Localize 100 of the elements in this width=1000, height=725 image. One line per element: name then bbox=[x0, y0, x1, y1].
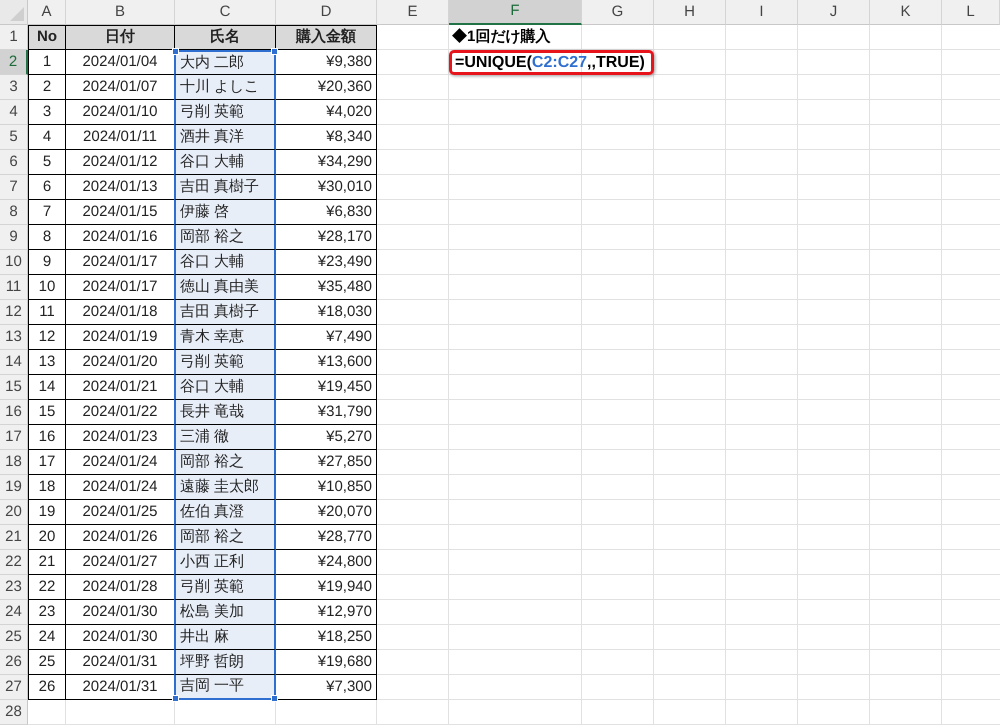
table-cell: 18 bbox=[28, 475, 66, 500]
table-cell: 8 bbox=[28, 225, 66, 250]
table-cell: ¥20,070 bbox=[276, 500, 377, 525]
column-header[interactable]: I bbox=[726, 0, 798, 25]
row-header[interactable]: 13 bbox=[0, 325, 28, 350]
row-header[interactable]: 4 bbox=[0, 100, 28, 125]
table-cell: ¥10,850 bbox=[276, 475, 377, 500]
column-header[interactable]: K bbox=[870, 0, 942, 25]
row-header[interactable]: 3 bbox=[0, 75, 28, 100]
table-cell: ¥12,970 bbox=[276, 600, 377, 625]
table-cell: 十川 よしこ bbox=[174, 75, 276, 100]
row-header[interactable]: 9 bbox=[0, 225, 28, 250]
column-header[interactable]: E bbox=[377, 0, 449, 25]
table-cell: ¥18,030 bbox=[276, 300, 377, 325]
table-cell: 徳山 真由美 bbox=[174, 275, 276, 300]
table-cell: ¥8,340 bbox=[276, 125, 377, 150]
range-handle-icon[interactable] bbox=[271, 695, 278, 702]
row-header[interactable]: 23 bbox=[0, 575, 28, 600]
row-header[interactable]: 20 bbox=[0, 500, 28, 525]
row-header[interactable]: 17 bbox=[0, 425, 28, 450]
table-cell: 21 bbox=[28, 550, 66, 575]
table-cell: 11 bbox=[28, 300, 66, 325]
column-header[interactable]: A bbox=[28, 0, 66, 25]
row-header[interactable]: 14 bbox=[0, 350, 28, 375]
table-cell: 弓削 英範 bbox=[174, 350, 276, 375]
table-cell: ¥23,490 bbox=[276, 250, 377, 275]
row-header[interactable]: 12 bbox=[0, 300, 28, 325]
table-cell: 7 bbox=[28, 200, 66, 225]
row-header[interactable]: 7 bbox=[0, 175, 28, 200]
table-cell: 12 bbox=[28, 325, 66, 350]
column-header[interactable]: F bbox=[449, 0, 582, 25]
table-cell: 吉田 真樹子 bbox=[174, 300, 276, 325]
table-cell: ¥19,940 bbox=[276, 575, 377, 600]
table-cell: 24 bbox=[28, 625, 66, 650]
table-cell: ¥24,800 bbox=[276, 550, 377, 575]
table-cell: 三浦 徹 bbox=[174, 425, 276, 450]
row-header[interactable]: 11 bbox=[0, 275, 28, 300]
table-cell: ¥28,770 bbox=[276, 525, 377, 550]
table-cell: 2 bbox=[28, 75, 66, 100]
table-cell: 岡部 裕之 bbox=[174, 225, 276, 250]
table-cell: 岡部 裕之 bbox=[174, 525, 276, 550]
table-cell: 青木 幸恵 bbox=[174, 325, 276, 350]
table-cell: 吉岡 一平 bbox=[174, 675, 276, 700]
table-cell: ¥30,010 bbox=[276, 175, 377, 200]
table-cell: ¥9,380 bbox=[276, 50, 377, 75]
row-header[interactable]: 15 bbox=[0, 375, 28, 400]
row-header[interactable]: 25 bbox=[0, 625, 28, 650]
table-cell: 1 bbox=[28, 50, 66, 75]
column-header[interactable]: H bbox=[654, 0, 726, 25]
row-header[interactable]: 6 bbox=[0, 150, 28, 175]
table-header-cell: No bbox=[28, 25, 66, 50]
table-cell: 遠藤 圭太郎 bbox=[174, 475, 276, 500]
column-header[interactable]: B bbox=[66, 0, 175, 25]
table-cell: 坪野 哲朗 bbox=[174, 650, 276, 675]
table-cell: 谷口 大輔 bbox=[174, 250, 276, 275]
table-cell: 谷口 大輔 bbox=[174, 375, 276, 400]
table-header-cell: 氏名 bbox=[175, 25, 276, 50]
range-handle-icon[interactable] bbox=[172, 695, 179, 702]
row-header[interactable]: 19 bbox=[0, 475, 28, 500]
table-cell: 19 bbox=[28, 500, 66, 525]
table-cell: 6 bbox=[28, 175, 66, 200]
table-cell: 20 bbox=[28, 525, 66, 550]
row-header[interactable]: 26 bbox=[0, 650, 28, 675]
row-header[interactable]: 1 bbox=[0, 25, 28, 50]
row-header[interactable]: 28 bbox=[0, 700, 28, 725]
range-handle-icon[interactable] bbox=[271, 48, 278, 55]
table-cell: 25 bbox=[28, 650, 66, 675]
table-cell: 10 bbox=[28, 275, 66, 300]
formula-cell[interactable]: =UNIQUE(C2:C27,,TRUE) bbox=[449, 50, 654, 75]
range-handle-icon[interactable] bbox=[172, 48, 179, 55]
row-header[interactable]: 18 bbox=[0, 450, 28, 475]
table-header-cell: 日付 bbox=[66, 25, 175, 50]
column-header[interactable]: L bbox=[942, 0, 1000, 25]
row-header[interactable]: 5 bbox=[0, 125, 28, 150]
table-cell: 22 bbox=[28, 575, 66, 600]
table-cell: 5 bbox=[28, 150, 66, 175]
row-header[interactable]: 8 bbox=[0, 200, 28, 225]
table-cell: 16 bbox=[28, 425, 66, 450]
table-cell: ¥7,490 bbox=[276, 325, 377, 350]
row-header[interactable]: 16 bbox=[0, 400, 28, 425]
row-header[interactable]: 24 bbox=[0, 600, 28, 625]
row-header[interactable]: 27 bbox=[0, 675, 28, 700]
column-header[interactable]: G bbox=[582, 0, 654, 25]
table-cell: 13 bbox=[28, 350, 66, 375]
table-cell: 小西 正利 bbox=[174, 550, 276, 575]
column-header[interactable]: J bbox=[798, 0, 870, 25]
table-cell: 弓削 英範 bbox=[174, 575, 276, 600]
row-header[interactable]: 10 bbox=[0, 250, 28, 275]
row-header[interactable]: 2 bbox=[0, 50, 28, 75]
table-cell: ¥18,250 bbox=[276, 625, 377, 650]
table-cell: 長井 竜哉 bbox=[174, 400, 276, 425]
column-header[interactable]: C bbox=[175, 0, 276, 25]
table-cell: ¥34,290 bbox=[276, 150, 377, 175]
column-header[interactable]: D bbox=[276, 0, 377, 25]
row-header[interactable]: 22 bbox=[0, 550, 28, 575]
table-cell: ¥28,170 bbox=[276, 225, 377, 250]
table-cell: 大内 二郎 bbox=[174, 50, 276, 75]
table-cell: ¥6,830 bbox=[276, 200, 377, 225]
row-header[interactable]: 21 bbox=[0, 525, 28, 550]
table-cell: 23 bbox=[28, 600, 66, 625]
